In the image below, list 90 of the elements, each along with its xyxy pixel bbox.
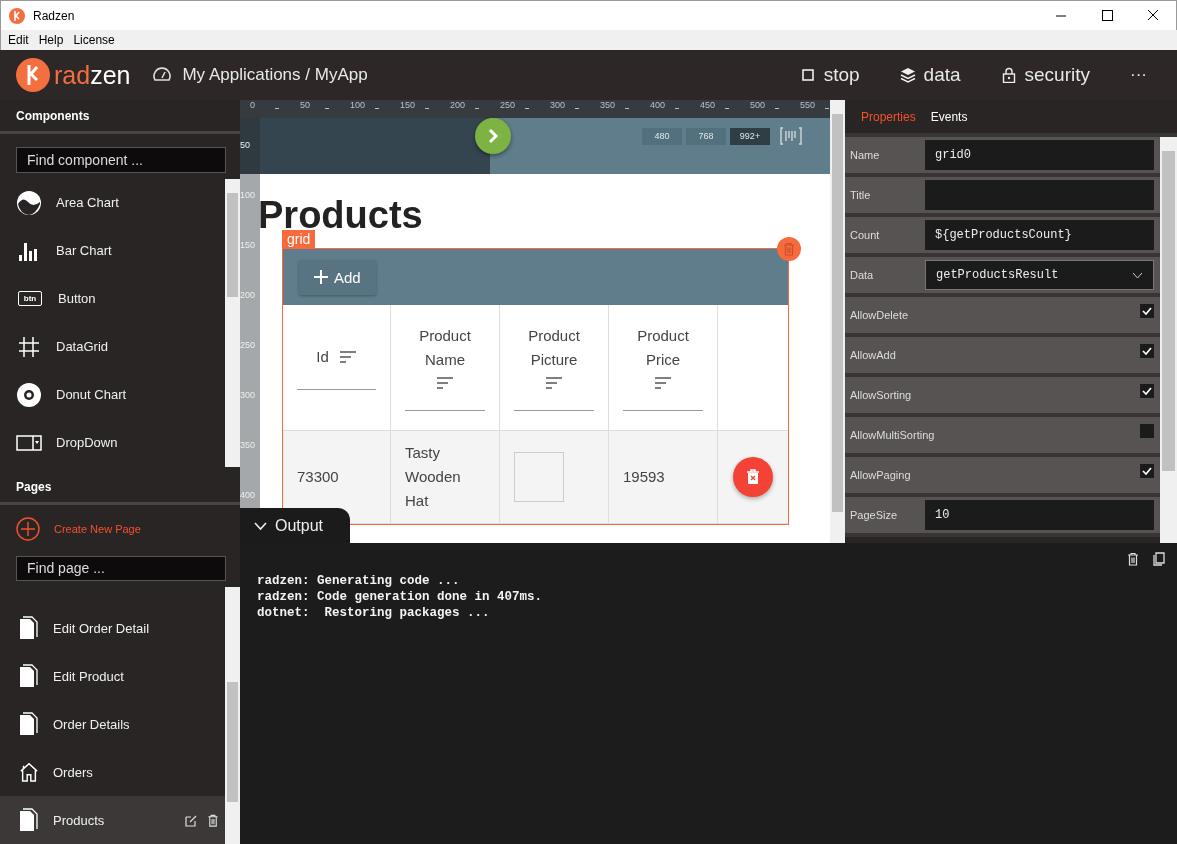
more-button[interactable]: ··· [1130, 65, 1147, 85]
trash-icon [746, 469, 760, 485]
sort-icon[interactable] [545, 376, 563, 390]
house-icon [19, 760, 39, 784]
security-button[interactable]: security [1000, 64, 1090, 86]
output-line: dotnet: Restoring packages ... [257, 605, 490, 621]
property-label: Data [850, 269, 875, 281]
property-field[interactable]: ${getProductsCount} [925, 220, 1154, 250]
component-item[interactable]: btn Button [0, 274, 225, 323]
document-icon [19, 712, 39, 736]
document-icon [19, 616, 39, 640]
breadcrumb[interactable]: My Applications / MyApp [182, 65, 368, 85]
square-icon [799, 67, 816, 83]
checkbox[interactable] [1140, 304, 1154, 318]
table-cell-text: 73300 [297, 467, 339, 487]
page-item[interactable]: Order Details [0, 700, 225, 748]
sort-icon[interactable] [436, 376, 454, 390]
menu-item[interactable]: Help [33, 33, 69, 47]
checkbox[interactable] [1140, 384, 1154, 398]
output-tab[interactable]: Output [240, 508, 350, 544]
donut-chart-icon [16, 381, 42, 408]
layers-icon [899, 67, 916, 83]
edit-icon[interactable] [185, 813, 197, 827]
property-field[interactable]: 10 [925, 500, 1154, 530]
checkbox[interactable] [1140, 424, 1154, 438]
breakpoint-button[interactable]: 768 [686, 127, 726, 145]
sort-icon[interactable] [338, 350, 357, 364]
checkbox[interactable] [1140, 344, 1154, 358]
scrollbar[interactable] [225, 178, 240, 467]
plus-circle-icon[interactable] [16, 516, 40, 541]
button-icon: btn [18, 291, 42, 306]
component-item[interactable]: Donut Chart [0, 370, 225, 419]
data-button[interactable]: data [899, 64, 961, 86]
breakpoint-button[interactable]: 480 [642, 127, 682, 145]
property-field[interactable]: grid0 [925, 140, 1154, 170]
stop-button[interactable]: stop [799, 64, 860, 86]
document-icon [19, 664, 39, 688]
component-item[interactable]: Bar Chart [0, 226, 225, 275]
property-label: AllowPaging [850, 469, 912, 481]
brand-name: radzen [54, 60, 131, 90]
component-item[interactable]: Area Chart [0, 178, 225, 227]
output-line: radzen: Code generation done in 407ms. [257, 589, 543, 605]
create-page-button[interactable]: Create New Page [0, 504, 240, 547]
property-label: AllowAdd [850, 349, 897, 361]
table-cell-text: Tasty Wooden Hat [405, 443, 461, 511]
property-label: AllowDelete [850, 309, 910, 321]
page-item[interactable]: Edit Product [0, 652, 225, 700]
chevron-down-icon[interactable] [1132, 271, 1143, 279]
scrollbar[interactable] [830, 100, 845, 543]
property-label: Title [850, 189, 872, 201]
plus-icon[interactable] [314, 270, 328, 284]
columns-icon[interactable] [780, 127, 802, 145]
page-item[interactable]: Products [0, 796, 225, 844]
page-item[interactable]: Orders [0, 748, 225, 796]
menu-item[interactable]: License [68, 33, 120, 47]
brand-logo-icon [16, 58, 50, 92]
search-field[interactable]: Find page ... [16, 555, 226, 581]
add-button[interactable]: Add [299, 259, 376, 295]
component-item[interactable]: DataGrid [0, 322, 225, 371]
image-placeholder [514, 452, 564, 502]
delete-button[interactable] [733, 457, 773, 497]
area-chart-icon [16, 189, 42, 216]
lock-icon [1000, 67, 1017, 83]
table-cell-text: 19593 [623, 467, 665, 487]
sort-icon[interactable] [654, 376, 672, 390]
panel-tab[interactable]: Properties [861, 109, 916, 124]
expand-button[interactable] [475, 118, 511, 154]
copy-icon[interactable] [1153, 552, 1165, 566]
property-field[interactable] [925, 180, 1154, 210]
scrollbar[interactable] [225, 587, 240, 844]
window-title: Radzen [33, 8, 75, 23]
page-item[interactable]: Edit Order Detail [0, 604, 225, 652]
menu-item[interactable]: Edit [3, 33, 34, 47]
checkbox[interactable] [1140, 464, 1154, 478]
document-icon [19, 808, 39, 832]
top-ruler: 0 50 100 150 200 250 300 350 400 450 500 550 [240, 100, 830, 118]
delete-component-button[interactable] [777, 237, 801, 261]
component-item[interactable]: DropDown [0, 418, 225, 467]
panel-tab[interactable]: Events [930, 109, 968, 124]
breakpoint-button[interactable]: 992+ [730, 127, 770, 145]
scrollbar[interactable] [1160, 137, 1177, 543]
property-label: Count [850, 229, 881, 241]
property-label: Name [850, 149, 881, 161]
app-logo-icon [9, 7, 25, 24]
property-label: PageSize [850, 509, 899, 521]
output-line: radzen: Generating code ... [257, 573, 460, 589]
property-label: AllowMultiSorting [850, 429, 935, 441]
search-field[interactable]: Find component ... [16, 147, 226, 173]
property-dropdown[interactable]: getProductsResult [925, 260, 1154, 290]
property-label: AllowSorting [850, 389, 913, 401]
